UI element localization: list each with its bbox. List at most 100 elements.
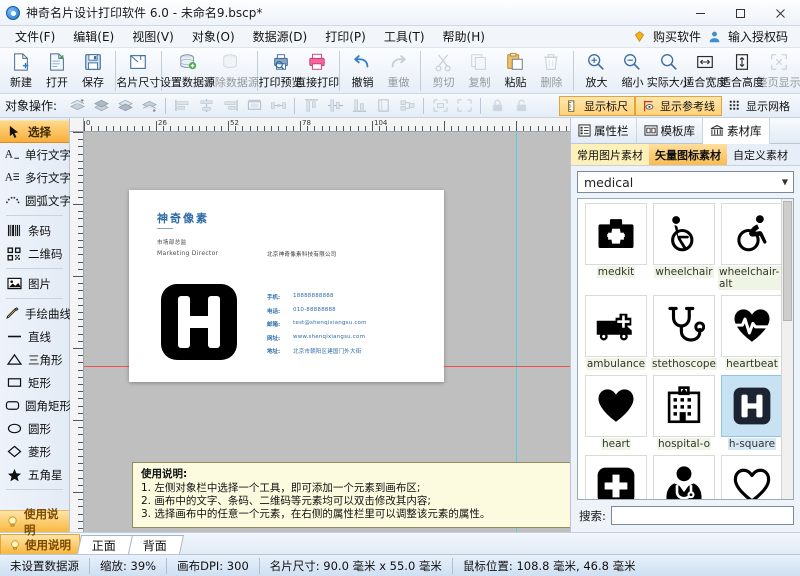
material-icon-cell[interactable] [718,455,786,500]
toolbar-cut[interactable]: 剪切 [425,50,461,94]
horizontal-ruler[interactable]: 0265278104 [84,118,570,132]
tool-single-line-text[interactable]: A 单行文字 [0,143,69,166]
menu-tools[interactable]: 工具(T) [375,26,434,47]
align-middle-icon[interactable] [323,96,347,116]
material-icon-cell[interactable]: ambulance [582,295,650,373]
card-brand[interactable]: 神奇像素 [157,210,209,226]
distribute-horizontal-icon[interactable] [266,96,290,116]
close-button[interactable] [760,0,800,26]
ungroup-selection-icon[interactable] [452,96,476,116]
material-icon-cell[interactable] [582,455,650,500]
material-icon-cell[interactable]: h-square [718,375,786,453]
material-icon-cell[interactable]: stethoscope [650,295,718,373]
same-size-icon[interactable] [242,96,266,116]
card-title-en[interactable]: Marketing Director [157,250,218,257]
card-company[interactable]: 北京神奇像素科技有限公司 [267,250,337,258]
material-icon-cell[interactable]: medkit [582,203,650,293]
unlock-icon[interactable] [509,96,533,116]
maximize-button[interactable] [720,0,760,26]
subtab-common-images[interactable]: 常用图片素材 [571,144,649,165]
lock-icon[interactable] [485,96,509,116]
tool-triangle[interactable]: 三角形 [0,348,69,371]
tool-rectangle[interactable]: 矩形 [0,371,69,394]
material-icon-cell[interactable]: heart [582,375,650,453]
tool-qrcode[interactable]: 二维码 [0,242,69,265]
menu-help[interactable]: 帮助(H) [434,26,494,47]
align-top-icon[interactable] [299,96,323,116]
group-icon[interactable] [395,96,419,116]
toolbar-copy[interactable]: 复制 [461,50,497,94]
toolbar-redo[interactable]: 重做 [380,50,416,94]
subtab-custom-materials[interactable]: 自定义素材 [727,144,794,165]
menu-datasource[interactable]: 数据源(D) [244,26,317,47]
material-icon-cell[interactable]: wheelchair [650,203,718,293]
tool-rounded-rect[interactable]: 圆角矩形 [0,394,69,417]
tool-arc-text[interactable]: 圆弧文字 [0,189,69,212]
align-center-horizontal-icon[interactable] [194,96,218,116]
usage-help-button[interactable]: 使用说明 [0,510,69,532]
toolbar-open[interactable]: 打开 [39,50,75,94]
material-icon-cell[interactable]: heartbeat [718,295,786,373]
tool-select[interactable]: 选择 [0,120,69,143]
send-backward-icon[interactable] [113,96,137,116]
toolbar-zoom-in[interactable]: 放大 [578,50,614,94]
toolbar-fit-page[interactable]: 整页显示 [760,50,797,94]
card-contact-row[interactable]: 地址:北京市朝阳区建国门外大街 [267,347,367,355]
toggle-show-ruler[interactable]: 显示标尺 [559,96,635,116]
chevron-down-icon[interactable]: ▼ [782,178,788,187]
tool-image[interactable]: 图片 [0,272,69,295]
align-right-icon[interactable] [218,96,242,116]
tool-star[interactable]: 五角星 [0,463,69,486]
menu-edit[interactable]: 编辑(E) [64,26,123,47]
toolbar-direct-print[interactable]: 直接打印 [299,50,336,94]
tab-template-library[interactable]: 模板库 [637,118,704,143]
material-icon-cell[interactable]: wheelchair-alt [718,203,786,293]
menu-view[interactable]: 视图(V) [123,26,183,47]
tool-freehand-curve[interactable]: 手绘曲线 [0,302,69,325]
toolbar-fit-height[interactable]: 适合高度 [724,50,761,94]
toolbar-fit-width[interactable]: 适合宽度 [687,50,724,94]
toggle-show-grid[interactable]: 显示网格 [722,96,796,116]
tab-material-library[interactable]: 素材库 [703,118,770,144]
toolbar-card-size[interactable]: 名片尺寸 [120,50,157,94]
align-left-icon[interactable] [170,96,194,116]
tool-multi-line-text[interactable]: A 多行文字 [0,166,69,189]
icon-grid[interactable]: medkitwheelchairwheelchair-alt ambulances… [577,198,794,500]
toggle-show-guides[interactable]: 显示参考线 [635,96,722,116]
menu-print[interactable]: 打印(P) [316,26,375,47]
minimize-button[interactable] [680,0,720,26]
toolbar-save[interactable]: 保存 [75,50,111,94]
business-card[interactable]: 神奇像素 市场部总监 Marketing Director 北京神奇像素科技有限… [129,190,444,382]
tool-barcode[interactable]: 条码 [0,219,69,242]
license-code-link[interactable]: 输入授权码 [724,27,792,46]
card-contact-row[interactable]: 电话:010-88888888 [267,307,367,315]
toolbar-paste[interactable]: 粘贴 [497,50,533,94]
icon-category-select[interactable]: medical ▼ [577,171,794,193]
toolbar-undo[interactable]: 撤销 [344,50,380,94]
card-contact-row[interactable]: 手机:18888888888 [267,293,367,301]
buy-software-link[interactable]: 购买软件 [649,27,705,46]
group-selection-icon[interactable] [428,96,452,116]
page-tab-front[interactable]: 正面 [77,535,133,554]
toolbar-zoom-out[interactable]: 缩小 [614,50,650,94]
search-input[interactable] [611,506,794,525]
card-contact-row[interactable]: 网址:www.shenqixiangsu.com [267,334,367,342]
toolbar-new[interactable]: 新建 [3,50,39,94]
card-contact-row[interactable]: 邮箱:test@shenqixiangsu.com [267,320,367,328]
tool-diamond[interactable]: 菱形 [0,440,69,463]
send-to-back-icon[interactable] [137,96,161,116]
menu-file[interactable]: 文件(F) [6,26,64,47]
tool-line[interactable]: 直线 [0,325,69,348]
card-title-cn[interactable]: 市场部总监 [157,238,187,246]
scrollbar-thumb[interactable] [783,201,792,321]
icon-grid-scrollbar[interactable] [781,199,793,499]
menu-object[interactable]: 对象(O) [183,26,244,47]
tab-properties[interactable]: 属性栏 [571,118,637,143]
bring-to-front-icon[interactable] [65,96,89,116]
toolbar-remove-datasource[interactable]: 移除数据源 [209,50,253,94]
vertical-ruler[interactable] [70,132,84,532]
tool-ellipse[interactable]: 圆形 [0,417,69,440]
material-icon-cell[interactable]: hospital-o [650,375,718,453]
subtab-vector-icons[interactable]: 矢量图标素材 [649,144,727,165]
toolbar-actual-size[interactable]: 实际大小 [650,50,687,94]
